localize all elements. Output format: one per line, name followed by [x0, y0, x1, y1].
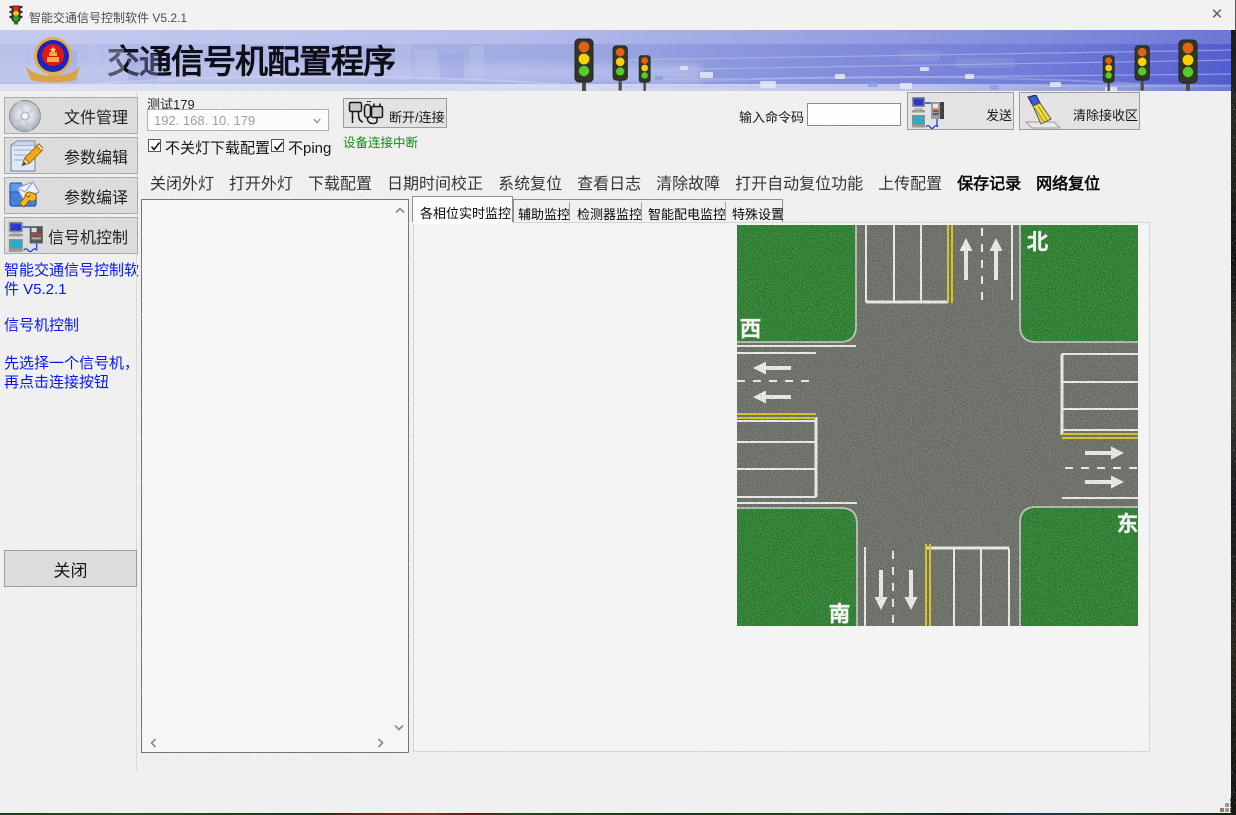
svg-text:西: 西: [740, 317, 761, 341]
svg-text:南: 南: [829, 602, 850, 626]
svg-text:北: 北: [1027, 230, 1048, 254]
svg-text:东: 东: [1117, 512, 1138, 536]
